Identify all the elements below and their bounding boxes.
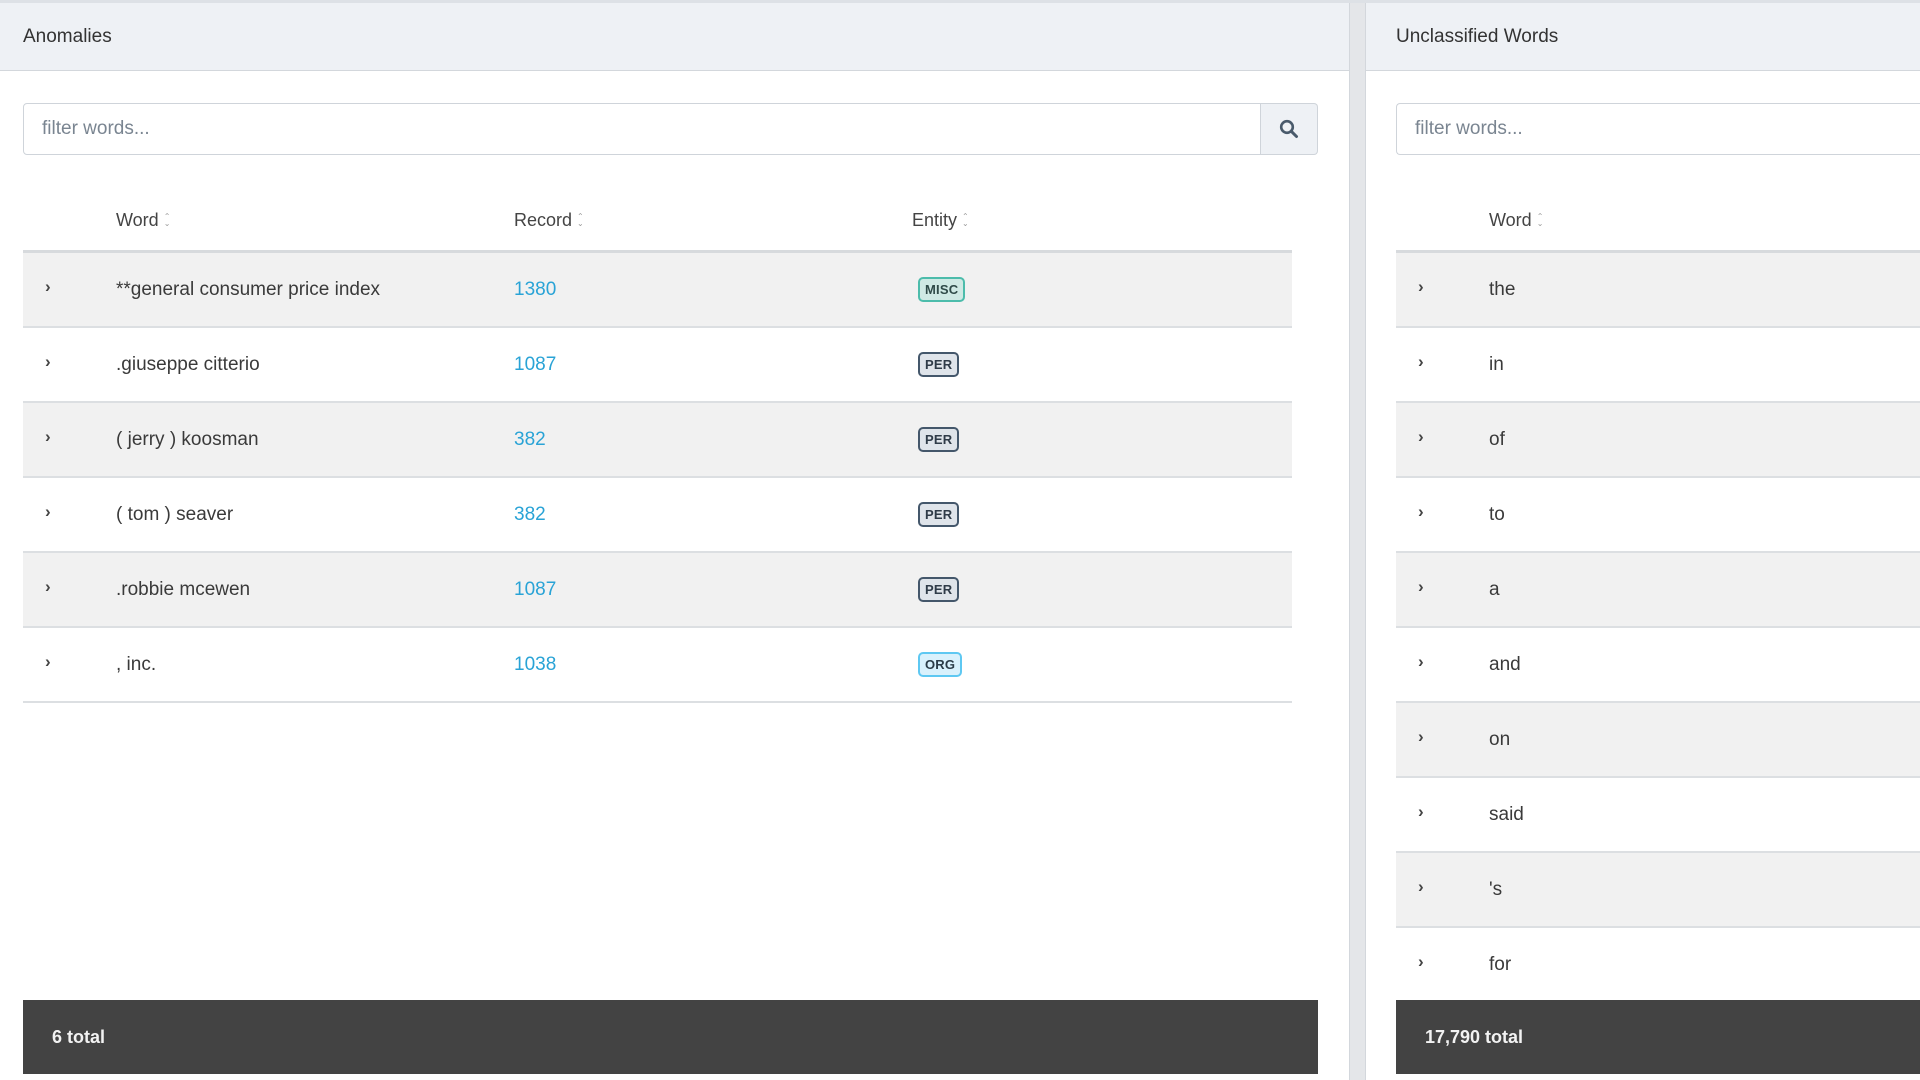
word-cell: in	[1489, 354, 1504, 375]
word-cell: of	[1489, 429, 1505, 450]
table-row[interactable]: › **general consumer price index 1380 MISC	[23, 253, 1292, 328]
word-cell: on	[1489, 729, 1511, 750]
chevron-right-icon[interactable]: ›	[1418, 802, 1424, 822]
chevron-right-icon[interactable]: ›	[45, 352, 51, 372]
table-row[interactable]: › the	[1396, 253, 1920, 328]
table-row[interactable]: › , inc. 1038 ORG	[23, 628, 1292, 703]
unclassified-footer: 17,790 total	[1396, 1000, 1920, 1074]
chevron-right-icon[interactable]: ›	[1418, 652, 1424, 672]
anomalies-header: Anomalies	[0, 3, 1349, 71]
chevron-right-icon[interactable]: ›	[1418, 502, 1424, 522]
unclassified-header: Unclassified Words	[1366, 3, 1920, 71]
chevron-right-icon[interactable]: ›	[45, 502, 51, 522]
word-cell: **general consumer price index	[116, 279, 381, 300]
sort-icon: ⌃ ⌄	[163, 212, 171, 228]
entity-badge: ORG	[918, 652, 963, 677]
table-row[interactable]: › of	[1396, 403, 1920, 478]
anomalies-panel: Anomalies Word ⌃⌄ Record ⌃⌄ Entity ⌃⌄	[0, 3, 1349, 1080]
entity-badge: PER	[918, 427, 960, 452]
word-cell: .robbie mcewen	[116, 579, 251, 600]
unclassified-panel: Unclassified Words Word ⌃⌄ › the › in › of › to…	[1366, 3, 1920, 1080]
record-link[interactable]: 1038	[514, 654, 556, 676]
table-row[interactable]: › ( tom ) seaver 382 PER	[23, 478, 1292, 553]
table-row[interactable]: › said	[1396, 778, 1920, 853]
anomalies-search-button[interactable]	[1261, 103, 1318, 155]
table-row[interactable]: › .giuseppe citterio 1087 PER	[23, 328, 1292, 403]
table-row[interactable]: › for	[1396, 928, 1920, 1003]
word-cell: 's	[1489, 879, 1503, 900]
chevron-right-icon[interactable]: ›	[1418, 952, 1424, 972]
panel-divider	[1349, 3, 1366, 1080]
word-cell: for	[1489, 954, 1512, 975]
table-row[interactable]: › and	[1396, 628, 1920, 703]
table-row[interactable]: › to	[1396, 478, 1920, 553]
column-header-entity[interactable]: Entity ⌃ ⌄	[912, 210, 969, 231]
chevron-right-icon[interactable]: ›	[45, 427, 51, 447]
sort-icon: ⌃ ⌄	[577, 212, 584, 228]
word-cell: and	[1489, 654, 1521, 675]
anomalies-table-header: Word ⌃ ⌄ Record ⌃ ⌄ Entity ⌃ ⌄	[23, 190, 1292, 253]
record-link[interactable]: 382	[514, 429, 546, 451]
chevron-right-icon[interactable]: ›	[45, 277, 51, 297]
entity-badge: MISC	[918, 277, 966, 302]
chevron-right-icon[interactable]: ›	[1418, 352, 1424, 372]
unclassified-table: Word ⌃ ⌄ › the › in › of › to › a › and › on › said ›'s › f…	[1396, 190, 1920, 1003]
entity-badge: PER	[918, 352, 960, 377]
unclassified-rows: › the › in › of › to › a › and › on › said ›'s › for	[1396, 253, 1920, 1003]
table-row[interactable]: › on	[1396, 703, 1920, 778]
table-row[interactable]: › .robbie mcewen 1087 PER	[23, 553, 1292, 628]
column-label-word: Word	[116, 209, 159, 230]
unclassified-total: 17,790 total	[1425, 1026, 1524, 1047]
unclassified-title: Unclassified Words	[1396, 25, 1559, 47]
sort-icon: ⌃ ⌄	[1536, 212, 1544, 228]
chevron-right-icon[interactable]: ›	[1418, 577, 1424, 597]
chevron-right-icon[interactable]: ›	[1418, 277, 1424, 297]
anomalies-search-input[interactable]	[23, 103, 1261, 155]
column-header-record[interactable]: Record ⌃ ⌄	[514, 210, 584, 231]
word-cell: ( jerry ) koosman	[116, 429, 259, 450]
unclassified-search	[1396, 103, 1920, 155]
chevron-right-icon[interactable]: ›	[45, 577, 51, 597]
word-cell: the	[1489, 279, 1516, 300]
word-cell: , inc.	[116, 654, 157, 675]
word-cell: said	[1489, 804, 1524, 825]
word-cell: to	[1489, 504, 1505, 525]
table-row[interactable]: › ( jerry ) koosman 382 PER	[23, 403, 1292, 478]
column-header-word[interactable]: Word ⌃ ⌄	[1489, 210, 1543, 231]
entity-badge: PER	[918, 502, 960, 527]
anomalies-footer: 6 total	[23, 1000, 1318, 1074]
column-label-record: Record	[514, 209, 573, 230]
column-label-word: Word	[1489, 209, 1532, 230]
column-header-word[interactable]: Word ⌃ ⌄	[116, 210, 170, 231]
record-link[interactable]: 1380	[514, 279, 556, 301]
anomalies-rows: › **general consumer price index 1380 MISC ›…	[23, 253, 1292, 703]
chevron-right-icon[interactable]: ›	[1418, 727, 1424, 747]
table-row[interactable]: › in	[1396, 328, 1920, 403]
unclassified-search-input[interactable]	[1396, 103, 1920, 155]
record-link[interactable]: 1087	[514, 579, 556, 601]
sort-icon: ⌃ ⌄	[962, 212, 969, 228]
word-cell: a	[1489, 579, 1500, 600]
chevron-right-icon[interactable]: ›	[1418, 877, 1424, 897]
anomalies-search	[23, 103, 1318, 155]
anomalies-total: 6 total	[52, 1026, 106, 1047]
search-icon	[1279, 119, 1298, 138]
column-label-entity: Entity	[912, 209, 958, 230]
record-link[interactable]: 1087	[514, 354, 556, 376]
anomalies-table: Word ⌃ ⌄ Record ⌃ ⌄ Entity ⌃ ⌄ › **general c…	[23, 190, 1292, 703]
unclassified-table-header: Word ⌃ ⌄	[1396, 190, 1920, 253]
word-cell: ( tom ) seaver	[116, 504, 234, 525]
record-link[interactable]: 382	[514, 504, 546, 526]
chevron-right-icon[interactable]: ›	[45, 652, 51, 672]
table-row[interactable]: › a	[1396, 553, 1920, 628]
entity-badge: PER	[918, 577, 960, 602]
word-cell: .giuseppe citterio	[116, 354, 260, 375]
anomalies-title: Anomalies	[23, 25, 112, 47]
table-row[interactable]: › 's	[1396, 853, 1920, 928]
chevron-right-icon[interactable]: ›	[1418, 427, 1424, 447]
